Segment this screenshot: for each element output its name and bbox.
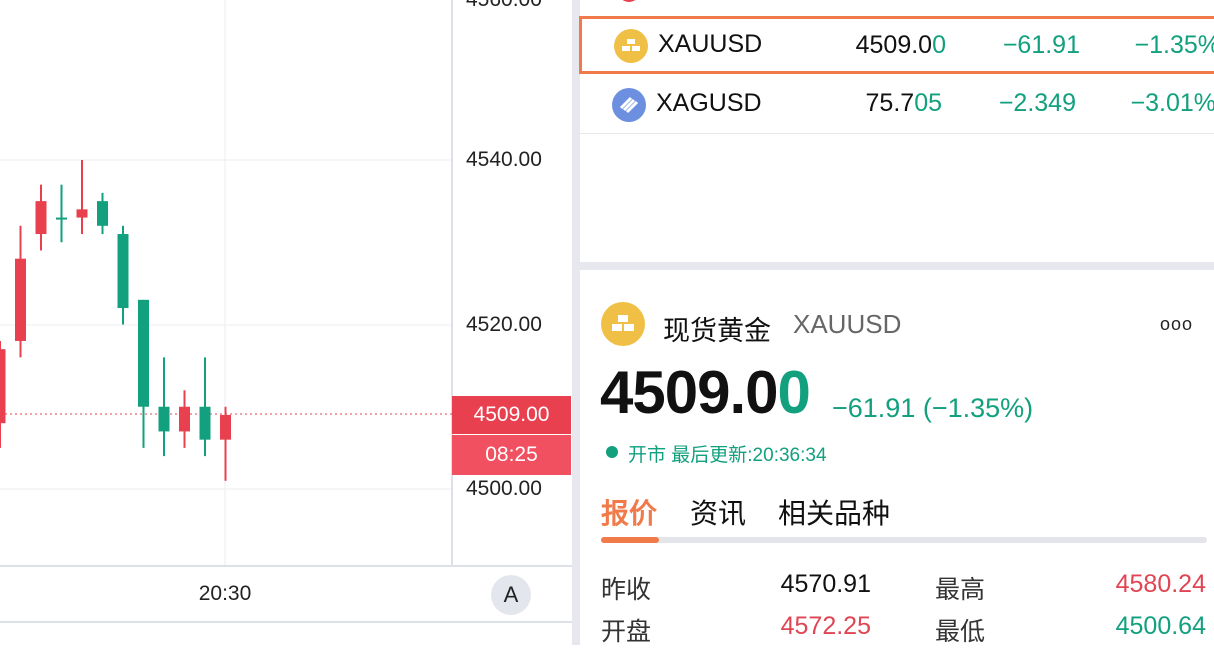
watchlist-symbol: XAUUSD bbox=[658, 30, 762, 59]
price-axis-label: 4500.00 bbox=[466, 477, 542, 501]
quote-value: 4570.91 bbox=[781, 570, 871, 599]
price-axis-label: 4540.00 bbox=[466, 148, 542, 172]
more-options-button[interactable]: ooo bbox=[1160, 314, 1193, 335]
quote-value: 4500.64 bbox=[1116, 612, 1206, 641]
market-status: 开市 最后更新:20:36:34 bbox=[628, 440, 827, 467]
quote-value: 4572.25 bbox=[781, 612, 871, 641]
tab-quote[interactable]: 报价 bbox=[601, 492, 657, 532]
candle-body bbox=[97, 201, 108, 226]
section-divider bbox=[580, 262, 1214, 270]
candle-body bbox=[0, 349, 6, 423]
quote-label: 最低 bbox=[935, 612, 985, 648]
candlestick-chart[interactable]: 4560.00 4540.00 4520.00 4500.00 4509.00 … bbox=[0, 0, 572, 645]
watchlist-change: −2.349 bbox=[999, 89, 1076, 118]
candle-body bbox=[77, 209, 88, 217]
tab-related[interactable]: 相关品种 bbox=[778, 492, 890, 532]
time-axis-label: 20:30 bbox=[180, 582, 270, 606]
candle-body bbox=[220, 415, 231, 440]
quote-label: 最高 bbox=[935, 570, 985, 606]
market-open-dot-icon bbox=[606, 446, 618, 458]
current-price-tag: 4509.00 bbox=[452, 396, 571, 434]
watchlist-percent: −1.35% bbox=[1135, 31, 1214, 60]
watchlist: XAUUSD 4509.00 −61.91 −1.35% XAGUSD 75.7… bbox=[580, 0, 1214, 262]
candle-body bbox=[179, 407, 190, 432]
candle-body bbox=[159, 407, 170, 432]
pane-divider[interactable] bbox=[572, 0, 580, 645]
watchlist-symbol: XAGUSD bbox=[656, 89, 762, 118]
gold-bars-icon bbox=[614, 29, 648, 63]
tab-track bbox=[601, 537, 1207, 543]
price-axis-label: 4520.00 bbox=[466, 313, 542, 337]
candles-group bbox=[0, 160, 231, 481]
instrument-name: 现货黄金 bbox=[663, 309, 771, 348]
price-main: 4509.0 bbox=[856, 31, 932, 59]
candle-body bbox=[118, 234, 129, 308]
watchlist-price: 75.705 bbox=[866, 89, 942, 118]
instrument-symbol: XAUUSD bbox=[793, 309, 901, 340]
watchlist-percent: −3.01% bbox=[1131, 89, 1214, 118]
price-tail: 0 bbox=[778, 359, 810, 426]
candle-body bbox=[138, 300, 149, 407]
watchlist-change: −61.91 bbox=[1003, 31, 1080, 60]
watchlist-row[interactable]: XAGUSD 75.705 −2.349 −3.01% bbox=[580, 76, 1214, 132]
price-axis-label-top: 4560.00 bbox=[466, 0, 542, 12]
flag-icon bbox=[618, 0, 640, 2]
quote-value: 4580.24 bbox=[1116, 570, 1206, 599]
candle-body bbox=[56, 218, 67, 220]
auto-scale-button[interactable]: A bbox=[491, 575, 531, 615]
price-change: −61.91 (−1.35%) bbox=[832, 393, 1033, 424]
gold-bars-icon bbox=[601, 302, 645, 346]
last-price: 4509.00 bbox=[600, 358, 810, 427]
watchlist-price: 4509.00 bbox=[856, 31, 946, 60]
tab-news[interactable]: 资讯 bbox=[690, 492, 746, 532]
quote-label: 昨收 bbox=[601, 570, 651, 606]
price-tail: 0 bbox=[932, 31, 946, 59]
silver-bars-icon bbox=[612, 88, 646, 122]
watchlist-row[interactable]: XAUUSD 4509.00 −61.91 −1.35% bbox=[579, 16, 1214, 74]
instrument-detail: 现货黄金 XAUUSD ooo 4509.00 −61.91 (−1.35%) … bbox=[580, 270, 1214, 645]
candle-body bbox=[200, 407, 211, 440]
row-divider bbox=[580, 133, 1214, 134]
tab-indicator bbox=[601, 537, 659, 543]
quote-label: 开盘 bbox=[601, 612, 651, 648]
countdown-tag: 08:25 bbox=[452, 435, 571, 475]
candle-body bbox=[36, 201, 47, 234]
price-main: 75.7 bbox=[866, 89, 915, 117]
candle-body bbox=[15, 259, 26, 341]
price-tail: 05 bbox=[914, 89, 942, 117]
price-main: 4509.0 bbox=[600, 359, 778, 426]
